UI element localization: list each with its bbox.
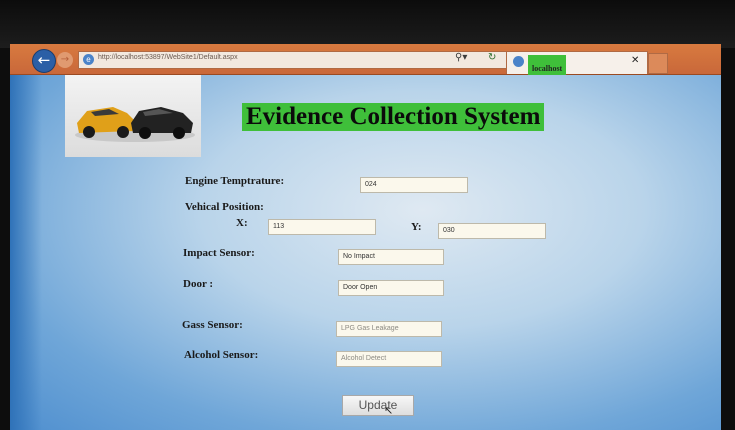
alcohol-sensor-field[interactable]: Alcohol Detect bbox=[336, 351, 442, 367]
position-y-field[interactable]: 030 bbox=[438, 223, 546, 239]
gas-sensor-field[interactable]: LPG Gas Leakage bbox=[336, 321, 442, 337]
engine-temp-label: Engine Temptrature: bbox=[185, 175, 285, 187]
forward-arrow-icon[interactable]: → bbox=[57, 52, 73, 68]
impact-sensor-label: Impact Sensor: bbox=[183, 247, 255, 259]
monitor-bezel-top bbox=[0, 0, 735, 48]
position-x-field[interactable]: 113 bbox=[268, 219, 376, 235]
car-crash-image bbox=[65, 75, 201, 157]
search-icon[interactable]: ⚲▾ bbox=[455, 52, 467, 63]
refresh-icon[interactable]: ↻ bbox=[488, 52, 496, 63]
browser-toolbar: ← → e http://localhost:53897/WebSite1/De… bbox=[10, 44, 721, 83]
address-bar[interactable]: e http://localhost:53897/WebSite1/Defaul… bbox=[78, 51, 514, 69]
car-crash-illustration bbox=[75, 107, 195, 142]
impact-sensor-field[interactable]: No Impact bbox=[338, 249, 444, 265]
engine-temp-field[interactable]: 024 bbox=[360, 177, 468, 193]
mouse-cursor-icon: ↖ bbox=[384, 404, 394, 417]
monitor-bezel-right bbox=[721, 48, 735, 430]
ie-favicon-icon: e bbox=[83, 54, 94, 65]
address-url[interactable]: http://localhost:53897/WebSite1/Default.… bbox=[98, 54, 238, 61]
web-page: Evidence Collection System Engine Temptr… bbox=[10, 75, 721, 430]
door-field[interactable]: Door Open bbox=[338, 280, 444, 296]
monitor-bezel-left bbox=[0, 48, 10, 430]
page-title: Evidence Collection System bbox=[242, 103, 545, 131]
close-icon[interactable]: ✕ bbox=[631, 55, 639, 66]
new-tab-button[interactable] bbox=[648, 53, 668, 74]
tab-favicon-icon bbox=[513, 56, 524, 67]
browser-tab[interactable]: localhost ✕ bbox=[506, 51, 648, 83]
position-y-label: Y: bbox=[411, 221, 422, 233]
alcohol-sensor-label: Alcohol Sensor: bbox=[184, 349, 259, 361]
update-button[interactable]: Update bbox=[342, 395, 414, 416]
door-label: Door : bbox=[183, 278, 214, 290]
back-arrow-icon[interactable]: ← bbox=[32, 49, 56, 73]
vehicle-position-label: Vehical Position: bbox=[185, 201, 264, 213]
position-x-label: X: bbox=[236, 217, 248, 229]
gas-sensor-label: Gass Sensor: bbox=[182, 319, 243, 331]
